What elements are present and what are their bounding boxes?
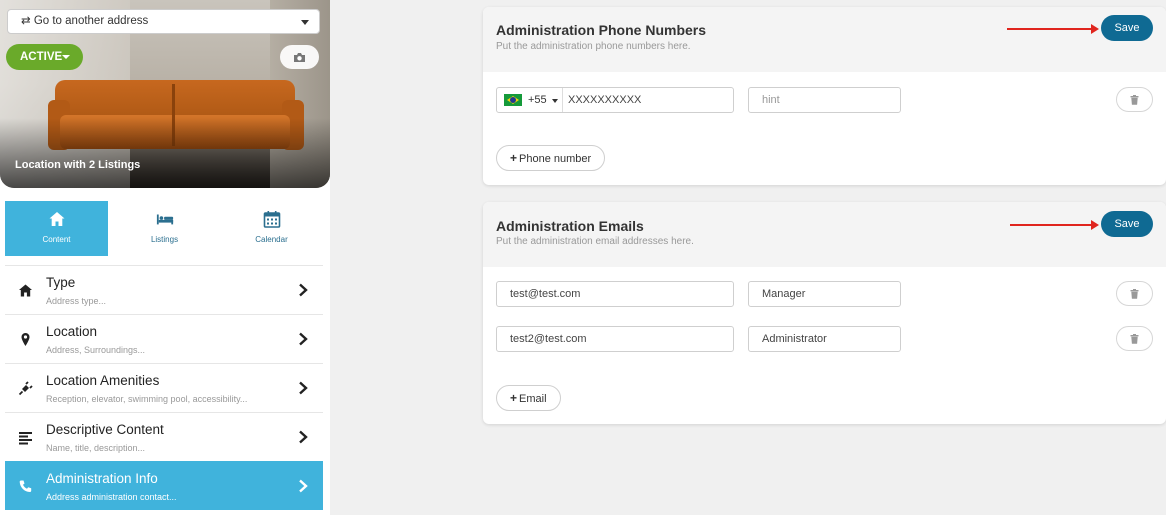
add-email-label: Email: [519, 393, 547, 405]
menu-item-administration-info[interactable]: Administration Info Address administrati…: [5, 461, 323, 510]
add-phone-label: Phone number: [519, 153, 592, 165]
caret-down-icon: [552, 99, 558, 103]
tab-listings-label: Listings: [150, 235, 179, 244]
annotation-arrow-right: [1007, 24, 1099, 34]
brazil-flag-icon: [504, 94, 522, 106]
menu-item-location[interactable]: Location Address, Surroundings...: [5, 314, 323, 363]
card-subtitle: Put the administration email addresses h…: [496, 236, 694, 247]
card-header: Administration Phone Numbers Put the adm…: [483, 7, 1166, 72]
trash-icon: [1130, 333, 1139, 344]
status-label: ACTIVE: [20, 51, 63, 63]
trash-icon: [1130, 288, 1139, 299]
administration-phones-card: Administration Phone Numbers Put the adm…: [483, 7, 1166, 185]
administration-emails-card: Administration Emails Put the administra…: [483, 202, 1166, 424]
save-emails-button[interactable]: Save: [1101, 211, 1153, 237]
menu-item-title: Type: [46, 275, 76, 290]
card-subtitle: Put the administration phone numbers her…: [496, 41, 691, 52]
location-hero-image: ⇄ Go to another address ACTIVE Location …: [0, 0, 330, 188]
card-title: Administration Phone Numbers: [496, 22, 707, 38]
menu-item-type[interactable]: Type Address type...: [5, 265, 323, 314]
menu-item-subtitle: Reception, elevator, swimming pool, acce…: [46, 394, 248, 404]
menu-item-location-amenities[interactable]: Location Amenities Reception, elevator, …: [5, 363, 323, 412]
tab-content-label: Content: [42, 235, 71, 244]
caret-down-icon: [62, 55, 70, 59]
tab-content[interactable]: Content: [5, 201, 108, 256]
chevron-right-icon: [299, 430, 308, 444]
chevron-right-icon: [299, 283, 308, 297]
calendar-icon: [263, 211, 280, 228]
phone-hint-input[interactable]: hint: [748, 87, 901, 113]
address-select-label: ⇄ Go to another address: [21, 15, 149, 27]
section-tabs: Content Listings Calendar: [5, 201, 323, 256]
camera-icon: [294, 52, 305, 62]
menu-item-title: Descriptive Content: [46, 422, 164, 437]
card-title: Administration Emails: [496, 218, 644, 234]
trash-icon: [1130, 94, 1139, 105]
section-menu: Type Address type... Location Address, S…: [5, 265, 323, 510]
phone-icon: [19, 480, 32, 492]
menu-item-subtitle: Address administration contact...: [46, 492, 177, 502]
chevron-right-icon: [299, 479, 308, 493]
bed-icon: [156, 214, 173, 225]
home-icon: [49, 212, 64, 226]
menu-item-subtitle: Name, title, description...: [46, 443, 146, 453]
add-email-button[interactable]: + Email: [496, 385, 561, 411]
menu-item-title: Administration Info: [46, 471, 158, 486]
address-select[interactable]: ⇄ Go to another address: [7, 9, 320, 34]
plug-icon: [18, 381, 33, 396]
menu-item-title: Location Amenities: [46, 373, 160, 388]
delete-phone-button[interactable]: [1116, 87, 1153, 112]
plus-icon: +: [510, 151, 518, 165]
menu-item-title: Location: [46, 324, 98, 339]
country-code-select[interactable]: +55: [497, 88, 563, 112]
menu-item-subtitle: Address type...: [46, 296, 107, 306]
tab-calendar-label: Calendar: [255, 235, 288, 244]
email-role-input[interactable]: Manager: [748, 281, 901, 307]
save-phones-button[interactable]: Save: [1101, 15, 1153, 41]
add-phone-number-button[interactable]: + Phone number: [496, 145, 606, 171]
phone-number-value: XXXXXXXXXX: [568, 94, 642, 106]
email-input[interactable]: test@test.com: [496, 281, 734, 307]
change-photo-button[interactable]: [280, 45, 319, 69]
menu-item-subtitle: Address, Surroundings...: [46, 345, 146, 355]
menu-item-descriptive-content[interactable]: Descriptive Content Name, title, descrip…: [5, 412, 323, 461]
delete-email-button[interactable]: [1116, 326, 1153, 351]
hero-caption: Location with 2 Listings: [15, 159, 141, 171]
email-role-input[interactable]: Administrator: [748, 326, 901, 352]
phone-number-field[interactable]: +55 XXXXXXXXXX: [496, 87, 734, 113]
status-dropdown-button[interactable]: ACTIVE: [6, 44, 83, 70]
home-icon: [19, 284, 32, 297]
plus-icon: +: [510, 391, 518, 405]
chevron-right-icon: [299, 381, 308, 395]
map-pin-icon: [21, 333, 30, 346]
chevron-down-icon: [301, 20, 309, 25]
tab-calendar[interactable]: Calendar: [220, 201, 323, 256]
align-left-icon: [19, 432, 32, 445]
chevron-right-icon: [299, 332, 308, 346]
delete-email-button[interactable]: [1116, 281, 1153, 306]
tab-listings[interactable]: Listings: [113, 201, 216, 256]
annotation-arrow-right: [1010, 220, 1099, 230]
country-dial-code: +55: [528, 94, 547, 106]
email-input[interactable]: test2@test.com: [496, 326, 734, 352]
hero-shade: [0, 118, 330, 188]
sidebar: ⇄ Go to another address ACTIVE Location …: [0, 0, 330, 515]
card-header: Administration Emails Put the administra…: [483, 202, 1166, 267]
